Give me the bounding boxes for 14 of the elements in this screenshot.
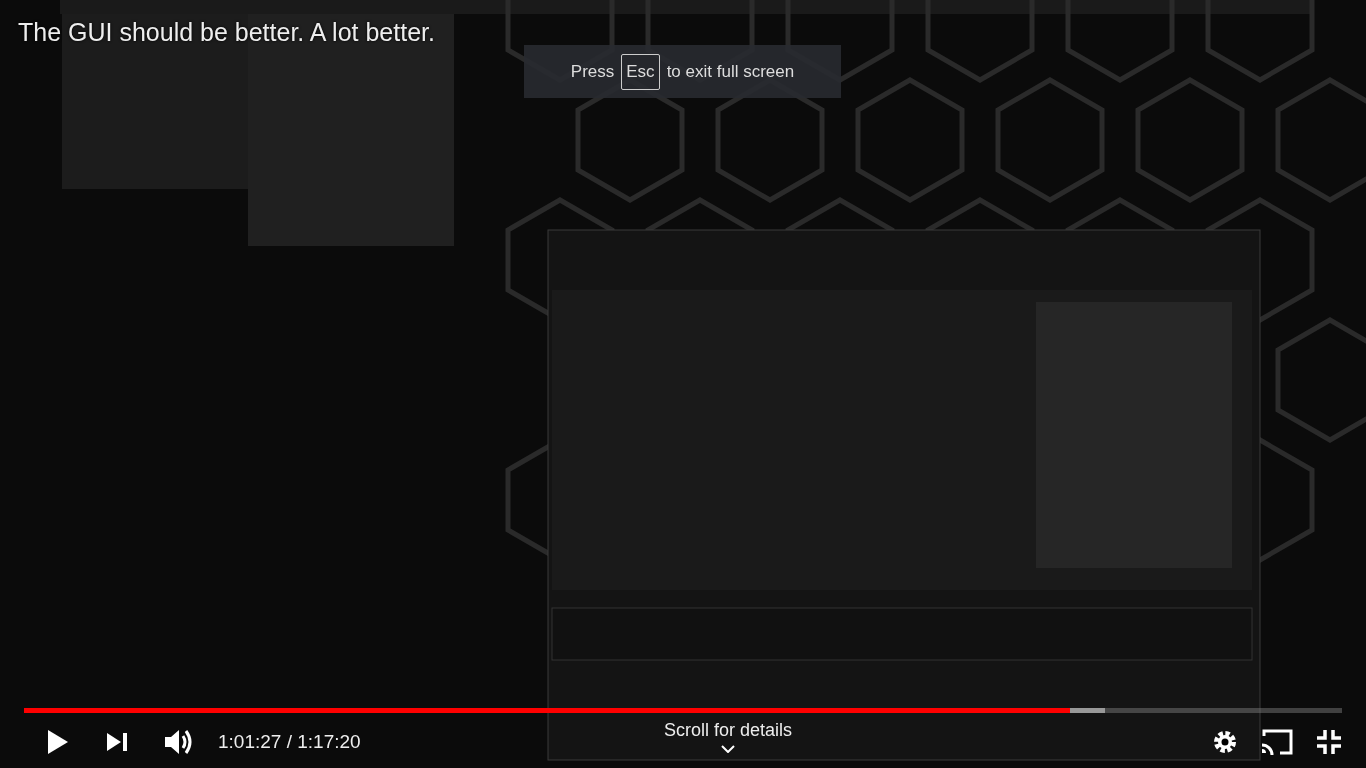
volume-icon[interactable] — [164, 728, 194, 756]
chevron-down-icon[interactable] — [721, 745, 735, 753]
cast-icon[interactable] — [1260, 728, 1294, 756]
notice-text: to exit full screen — [666, 61, 795, 82]
key-label: Esc — [621, 53, 660, 90]
time-display: 1:01:27 / 1:17:20 — [218, 731, 361, 753]
settings-icon[interactable] — [1212, 729, 1238, 755]
play-icon[interactable] — [46, 729, 70, 755]
video-title[interactable]: The GUI should be better. A lot better. — [18, 18, 435, 47]
progress-bar[interactable] — [24, 708, 1342, 713]
notice-text: Press — [570, 61, 615, 82]
exit-fullscreen-icon[interactable] — [1316, 729, 1342, 755]
next-icon[interactable] — [106, 732, 128, 752]
details-label[interactable]: Scroll for details — [663, 720, 793, 741]
